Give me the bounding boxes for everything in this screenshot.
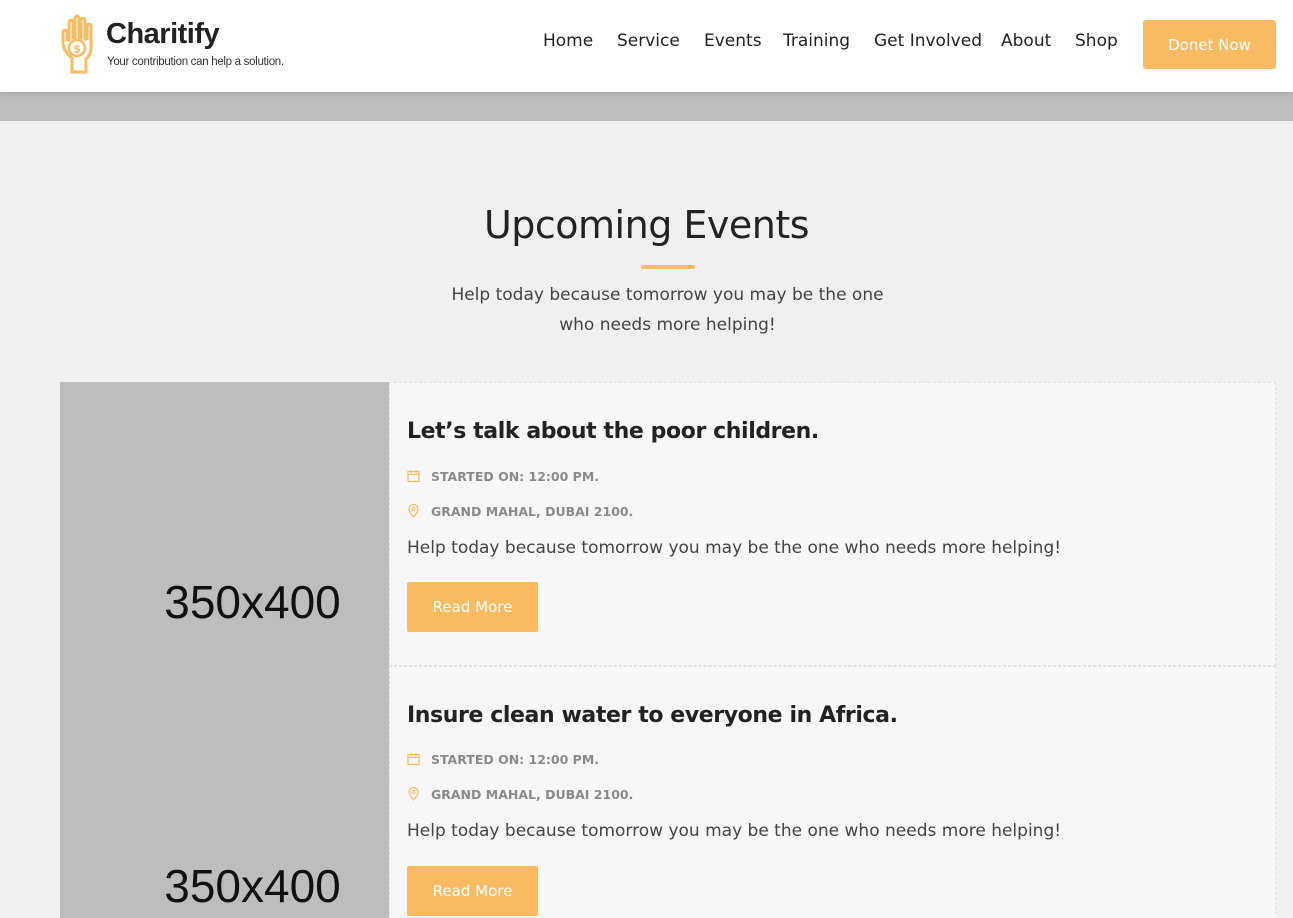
event-location: Grand Mahal, Dubai 2100. (407, 786, 633, 802)
event-location: Grand Mahal, Dubai 2100. (407, 503, 633, 519)
page-banner-strip (0, 92, 1293, 121)
event-image-placeholder: 350x400 350x400 (60, 382, 389, 918)
nav-item-home[interactable]: Home (543, 31, 593, 51)
nav-item-about[interactable]: About (1001, 31, 1051, 51)
section-title: Upcoming Events (483, 203, 810, 247)
donate-button[interactable]: Donet Now (1143, 20, 1276, 69)
nav-item-service[interactable]: Service (617, 31, 680, 51)
event-description: Help today because tomorrow you may be t… (407, 821, 1062, 841)
event-time: Started On: 12:00 pm. (407, 468, 599, 484)
event-card: Insure clean water to everyone in Africa… (389, 666, 1276, 918)
map-pin-icon (408, 787, 419, 801)
section-subtitle: Help today because tomorrow you may be t… (451, 285, 884, 335)
image-size-label: 350x400 (164, 576, 341, 628)
read-more-button[interactable]: Read More (407, 582, 538, 632)
event-title[interactable]: Let’s talk about the poor children. (407, 419, 819, 444)
event-description: Help today because tomorrow you may be t… (407, 538, 1062, 558)
event-time: Started On: 12:00 pm. (407, 751, 599, 767)
read-more-button[interactable]: Read More (407, 866, 538, 916)
event-card: Let’s talk about the poor children. Star… (389, 382, 1276, 666)
event-title[interactable]: Insure clean water to everyone in Africa… (407, 703, 898, 728)
site-header: $ Charitify Your contribution can help a… (0, 0, 1293, 92)
nav-item-events[interactable]: Events (704, 31, 762, 51)
image-size-label: 350x400 (164, 860, 341, 912)
calendar-icon (407, 470, 420, 483)
event-time-text: Started On: 12:00 pm. (431, 751, 600, 767)
event-time-text: Started On: 12:00 pm. (431, 468, 600, 484)
nav-item-shop[interactable]: Shop (1075, 31, 1118, 51)
event-location-text: Grand Mahal, Dubai 2100. (431, 503, 634, 519)
calendar-icon (407, 753, 420, 766)
nav-item-get-involved[interactable]: Get Involved (874, 31, 982, 51)
nav-item-training[interactable]: Training (783, 31, 850, 51)
main-nav: Home Service Events Training Get Involve… (0, 31, 1293, 57)
event-location-text: Grand Mahal, Dubai 2100. (431, 786, 634, 802)
brand-tagline: Your contribution can help a solution. (107, 56, 284, 68)
map-pin-icon (408, 504, 419, 518)
title-underline (641, 265, 695, 269)
